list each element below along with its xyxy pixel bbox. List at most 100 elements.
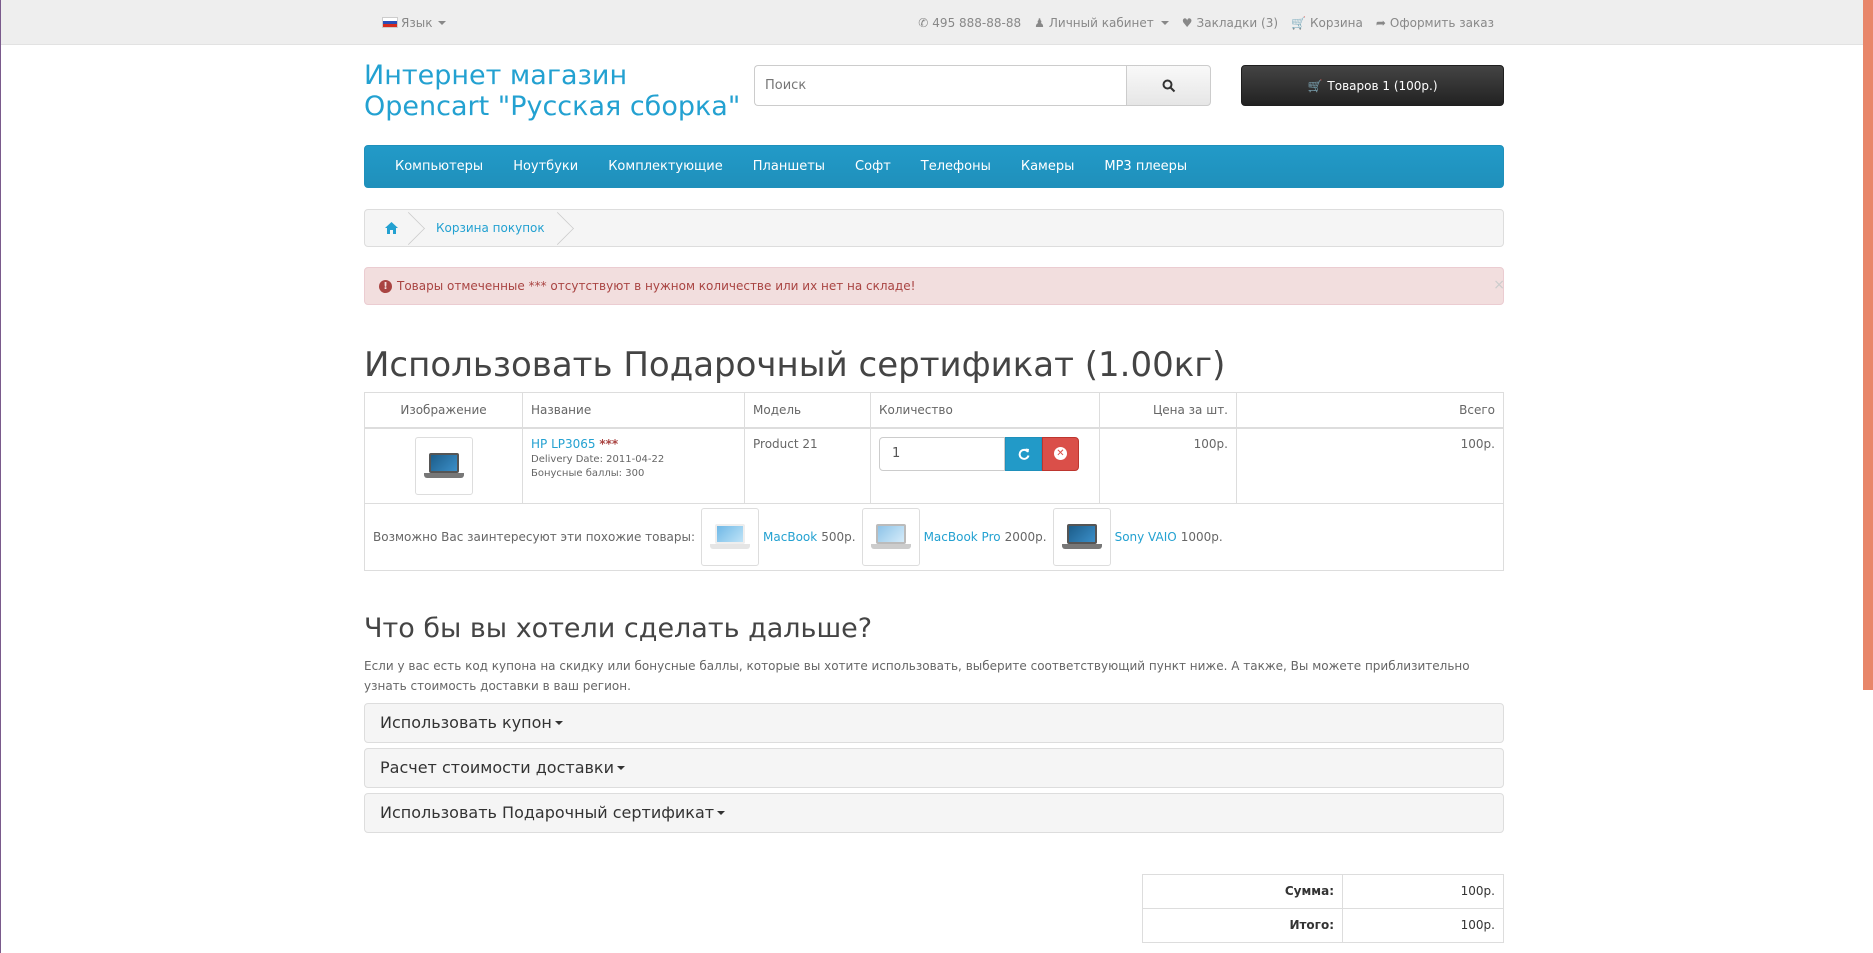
table-row: Сумма: 100р.: [1142, 873, 1504, 909]
alert-text: Товары отмеченные *** отсутствуют в нужн…: [397, 279, 916, 293]
wishlist-link[interactable]: ♥ Закладки (3): [1182, 16, 1278, 30]
user-icon: ♟: [1034, 15, 1045, 30]
product-name-cell: HP LP3065 *** Delivery Date: 2011-04-22 …: [522, 427, 745, 504]
subtotal-value: 100р.: [1342, 873, 1504, 909]
related-price: 1000р.: [1180, 529, 1223, 544]
cart-button-label: Товаров 1 (100р.): [1327, 78, 1438, 93]
cart-button[interactable]: 🛒 Товаров 1 (100р.): [1241, 65, 1504, 106]
account-label: Личный кабинет: [1048, 15, 1154, 30]
voucher-panel[interactable]: Использовать Подарочный сертификат: [364, 792, 1504, 833]
coupon-panel-title: Использовать купон: [380, 713, 552, 732]
language-selector[interactable]: Язык: [382, 16, 447, 30]
macbook-pro-image: [870, 522, 911, 552]
related-row: Возможно Вас заинтересуют эти похожие то…: [364, 502, 1504, 571]
subtotal-label: Сумма:: [1142, 873, 1343, 909]
col-name: Название: [522, 392, 745, 429]
top-bar: Язык ✆ 495 888-88-88 ♟ Личный кабинет ♥ Зак…: [1, 0, 1873, 45]
breadcrumb-cart[interactable]: Корзина покупок: [416, 210, 565, 246]
logo-line-2: Opencart "Русская сборка": [364, 91, 741, 122]
exclamation-circle-icon: !: [379, 279, 392, 293]
menu-item-laptops[interactable]: Ноутбуки: [498, 159, 593, 174]
quantity-group: ✕: [879, 436, 1079, 471]
times-circle-icon: ✕: [1054, 447, 1067, 460]
next-steps-description: Если у вас есть код купона на скидку или…: [364, 658, 1470, 693]
caret-down-icon: [1160, 20, 1169, 25]
col-quantity: Количество: [870, 392, 1100, 429]
breadcrumb-cart-link[interactable]: Корзина покупок: [436, 221, 545, 235]
remove-button[interactable]: ✕: [1042, 436, 1079, 471]
phone-link[interactable]: ✆ 495 888-88-88: [918, 16, 1021, 30]
menu-item-tablets[interactable]: Планшеты: [738, 159, 840, 174]
related-link-macbook[interactable]: MacBook: [763, 530, 817, 544]
laptop-image: [423, 451, 464, 481]
breadcrumb: Корзина покупок: [364, 209, 1504, 247]
caret-down-icon: [554, 720, 563, 725]
bonus-points: Бонусные баллы: 300: [531, 467, 645, 479]
quantity-cell: ✕: [870, 427, 1100, 504]
col-model: Модель: [744, 392, 871, 429]
product-image-cell: [364, 427, 523, 504]
search-input[interactable]: [754, 65, 1126, 106]
unit-price: 100р.: [1099, 427, 1237, 504]
row-total: 100р.: [1236, 427, 1504, 504]
menu-item-components[interactable]: Комплектующие: [593, 159, 738, 174]
account-dropdown[interactable]: ♟ Личный кабинет: [1034, 16, 1169, 30]
menu-item-software[interactable]: Софт: [840, 159, 906, 174]
search-group: [754, 65, 1211, 106]
col-total: Всего: [1236, 392, 1504, 429]
top-links: ✆ 495 888-88-88 ♟ Личный кабинет ♥ Закладки…: [918, 16, 1494, 30]
search-button[interactable]: [1126, 65, 1211, 106]
breadcrumb-home[interactable]: [365, 210, 416, 246]
delivery-date: Delivery Date: 2011-04-22: [531, 453, 665, 465]
share-icon: ➦: [1375, 15, 1386, 30]
related-link-sony-vaio[interactable]: Sony VAIO: [1115, 530, 1177, 544]
quantity-input[interactable]: [879, 436, 1005, 471]
menu-item-cameras[interactable]: Камеры: [1006, 159, 1090, 174]
related-thumbnail[interactable]: [861, 507, 920, 566]
header: Интернет магазин Opencart "Русская сборк…: [364, 45, 1504, 145]
shipping-panel-title: Расчет стоимости доставки: [380, 758, 614, 777]
coupon-panel[interactable]: Использовать купон: [364, 702, 1504, 743]
menu-item-mp3[interactable]: MP3 плееры: [1089, 159, 1202, 174]
shipping-panel[interactable]: Расчет стоимости доставки: [364, 747, 1504, 788]
related-thumbnail[interactable]: [1052, 507, 1111, 566]
cart-link[interactable]: 🛒 Корзина: [1291, 16, 1363, 30]
caret-down-icon: [616, 765, 625, 770]
alert-close-button[interactable]: ×: [1493, 277, 1505, 293]
macbook-image: [710, 522, 751, 552]
checkout-label: Оформить заказ: [1389, 15, 1494, 30]
caret-down-icon: [717, 810, 726, 815]
out-of-stock-mark: ***: [599, 436, 619, 451]
next-steps-heading: Что бы вы хотели сделать дальше?: [364, 612, 873, 644]
col-image: Изображение: [364, 392, 523, 429]
voucher-panel-title: Использовать Подарочный сертификат: [380, 803, 715, 822]
product-model: Product 21: [744, 427, 871, 504]
logo-line-1: Интернет магазин: [364, 60, 628, 91]
menu-item-computers[interactable]: Компьютеры: [380, 159, 498, 174]
wishlist-label: Закладки (3): [1196, 15, 1279, 30]
menu-item-phones[interactable]: Телефоны: [906, 159, 1006, 174]
update-button[interactable]: [1005, 436, 1042, 471]
col-unit-price: Цена за шт.: [1099, 392, 1237, 429]
stock-alert: ! Товары отмеченные *** отсутствуют в ну…: [364, 267, 1505, 305]
scrollbar-thumb[interactable]: [1863, 0, 1873, 690]
totals-table: Сумма: 100р. Итого: 100р.: [1142, 873, 1504, 943]
checkout-link[interactable]: ➦ Оформить заказ: [1376, 16, 1494, 30]
related-thumbnail[interactable]: [701, 507, 760, 566]
related-link-macbook-pro[interactable]: MacBook Pro: [924, 530, 1001, 544]
related-price: 2000р.: [1004, 529, 1047, 544]
product-thumbnail[interactable]: [414, 436, 473, 495]
total-value: 100р.: [1342, 907, 1504, 943]
product-name-link[interactable]: HP LP3065: [531, 437, 596, 451]
heart-icon: ♥: [1181, 15, 1193, 30]
phone-label: 495 888-88-88: [932, 15, 1022, 30]
refresh-icon: [1018, 448, 1029, 460]
store-logo[interactable]: Интернет магазин Opencart "Русская сборк…: [364, 60, 740, 122]
table-row: HP LP3065 *** Delivery Date: 2011-04-22 …: [364, 427, 1504, 504]
table-row: Итого: 100р.: [1142, 907, 1504, 943]
related-label: Возможно Вас заинтересуют эти похожие то…: [373, 529, 696, 544]
page-scrollbar[interactable]: [1863, 0, 1873, 953]
related-price: 500р.: [821, 529, 856, 544]
main-menu: Компьютеры Ноутбуки Комплектующие Планше…: [364, 145, 1504, 188]
sony-vaio-image: [1061, 522, 1102, 552]
